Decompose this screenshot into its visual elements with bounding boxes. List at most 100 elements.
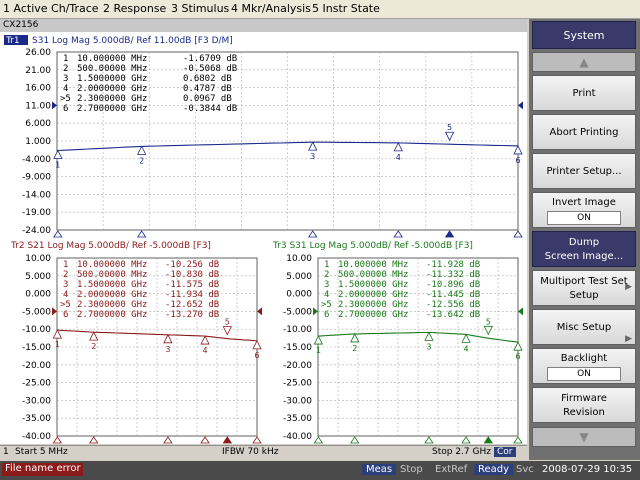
arrow-up-icon: ▲ — [579, 55, 589, 69]
softkey-panel: System ▲ Print Abort Printing Printer Se… — [529, 19, 640, 460]
correction-indicator: Cor — [494, 447, 516, 457]
marker-triangle — [313, 335, 324, 345]
y-tick-label: 21.00 — [25, 66, 51, 76]
marker-table-frequency: 10.000000 MHz — [77, 260, 147, 270]
marker-number: 5 — [486, 317, 491, 326]
invert-image-label: Invert Image — [552, 197, 616, 208]
marker-triangle — [461, 333, 471, 343]
stimulus-marker — [163, 436, 173, 444]
marker-table-number: 3 — [63, 280, 68, 290]
instrument-title-bar: CX2156 — [0, 19, 527, 32]
error-message: File name error — [2, 463, 83, 476]
marker-triangle — [393, 141, 403, 152]
marker-triangle — [308, 141, 318, 151]
y-tick-label: -20.00 — [283, 361, 312, 371]
marker-table-value: 0.6802 dB — [183, 74, 232, 84]
printer-setup-button[interactable]: Printer Setup... — [532, 153, 636, 189]
backlight-label: Backlight — [560, 353, 608, 364]
menu-instr-state[interactable]: 5 Instr State — [312, 2, 380, 15]
marker-table-value: -13.270 dB — [165, 310, 219, 320]
marker-triangle — [483, 325, 493, 336]
print-button[interactable]: Print — [532, 75, 636, 111]
marker-table-frequency: 2.3000000 GHz — [77, 94, 147, 104]
marker-triangle — [53, 149, 63, 159]
marker-table-frequency: 2.7000000 GHz — [77, 310, 147, 320]
marker-table-frequency: 1.5000000 GHz — [77, 280, 147, 290]
marker-table-number: 6 — [63, 310, 68, 320]
marker-triangle — [222, 326, 232, 336]
marker-table-number: >5 — [321, 300, 332, 310]
stimulus-marker — [424, 436, 434, 444]
marker-table-value: -10.896 dB — [426, 280, 480, 290]
dump-screen-image-button[interactable]: Dump Screen Image... — [532, 231, 636, 267]
y-tick-label: -10.00 — [22, 325, 51, 335]
marker-table-frequency: 500.00000 MHz — [338, 270, 408, 280]
y-tick-label: -4.000 — [22, 155, 51, 165]
y-tick-label: -10.00 — [283, 325, 312, 335]
marker-table-value: -12.652 dB — [165, 300, 219, 310]
marker-number: 2 — [91, 342, 96, 351]
screen-image-label: Screen Image... — [544, 251, 624, 262]
y-tick-label: -9.000 — [22, 173, 51, 183]
y-tick-label: 26.00 — [25, 48, 51, 58]
marker-triangle — [513, 341, 523, 351]
stimulus-marker — [313, 436, 324, 444]
menu-response[interactable]: 2 Response — [103, 2, 166, 15]
print-label: Print — [572, 88, 596, 99]
marker-table-frequency: 500.00000 MHz — [77, 270, 147, 280]
marker-triangle — [252, 339, 262, 350]
marker-number: 6 — [515, 156, 520, 165]
backlight-toggle[interactable]: Backlight ON — [532, 348, 636, 384]
firmware-revision-button[interactable]: Firmware Revision — [532, 387, 636, 423]
stimulus-marker — [483, 436, 494, 444]
marker-table-value: -12.556 dB — [426, 300, 480, 310]
stimulus-marker — [513, 436, 523, 444]
multiport-test-set-setup-button[interactable]: Multiport Test Set Setup ▶ — [532, 270, 636, 306]
marker-table-number: 1 — [324, 260, 329, 270]
scroll-down-button[interactable]: ▼ — [532, 427, 636, 447]
stimulus-marker — [200, 436, 210, 444]
marker-triangle — [513, 145, 523, 155]
misc-setup-button[interactable]: Misc Setup ▶ — [532, 309, 636, 345]
trace-label: Tr1 — [5, 36, 20, 46]
invert-image-toggle[interactable]: Invert Image ON — [532, 192, 636, 228]
marker-number: 5 — [447, 123, 452, 132]
menu-mkr-analysis[interactable]: 4 Mkr/Analysis — [231, 2, 311, 15]
measurement-charts: Tr1 S31 Log Mag 5.000dB/ Ref 11.00dB [F3 … — [4, 35, 523, 444]
svc-indicator: Svc — [516, 464, 534, 475]
marker-number: 1 — [55, 161, 60, 170]
marker-number: 1 — [316, 346, 321, 355]
stimulus-marker — [88, 436, 99, 444]
menu-stimulus[interactable]: 3 Stimulus — [171, 2, 229, 15]
marker-table-number: 2 — [63, 64, 68, 74]
menu-active-ch-trace[interactable]: 1 Active Ch/Trace — [3, 2, 99, 15]
marker-number: 2 — [139, 156, 144, 165]
extref-indicator: ExtRef — [435, 464, 468, 475]
reference-marker-left — [313, 307, 318, 316]
marker-number: 2 — [352, 344, 357, 353]
scroll-up-button[interactable]: ▲ — [532, 52, 636, 72]
y-tick-label: -35.00 — [283, 414, 312, 424]
marker-table-number: 1 — [63, 260, 68, 270]
instrument-title: CX2156 — [3, 20, 39, 30]
marker-table-value: -11.928 dB — [426, 260, 480, 270]
marker-table-value: -11.575 dB — [165, 280, 219, 290]
y-tick-label: -30.00 — [283, 396, 312, 406]
chart-area: Tr1 S31 Log Mag 5.000dB/ Ref 11.00dB [F3 … — [0, 32, 527, 444]
marker-table-number: 3 — [324, 280, 329, 290]
marker-triangle — [350, 333, 360, 343]
y-tick-label: -40.00 — [22, 432, 51, 442]
stimulus-marker — [222, 436, 233, 444]
marker-triangle — [89, 331, 99, 341]
softkey-title-label: System — [563, 29, 605, 42]
chart-header: Tr3 S31 Log Mag 5.000dB/ Ref -5.000dB [F… — [272, 241, 473, 251]
revision-label: Revision — [563, 407, 605, 418]
marker-table-number: 4 — [63, 290, 68, 300]
y-tick-label: 10.00 — [25, 254, 51, 264]
y-tick-label: -20.00 — [22, 361, 51, 371]
marker-table-value: -11.934 dB — [165, 290, 219, 300]
y-tick-label: 0.000 — [25, 290, 51, 300]
invert-image-value: ON — [547, 211, 621, 225]
abort-printing-button[interactable]: Abort Printing — [532, 114, 636, 150]
softkey-menu-title: System — [532, 21, 636, 49]
